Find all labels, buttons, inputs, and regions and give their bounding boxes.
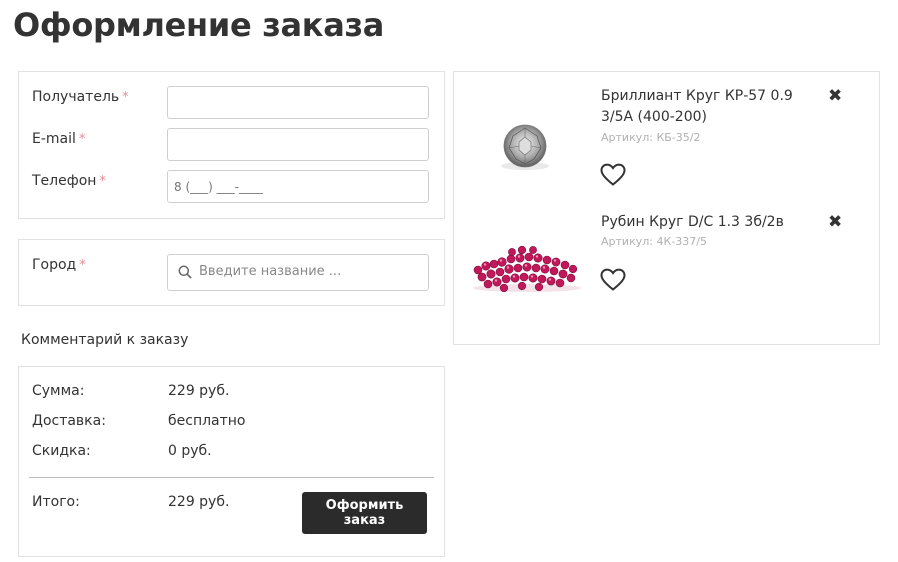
place-order-button[interactable]: Оформить заказ: [302, 492, 427, 534]
total-value: 229 руб.: [168, 494, 230, 510]
product-name-line: 3/5А (400-200): [601, 109, 707, 125]
product-image-rubies[interactable]: [464, 212, 586, 330]
product-article-rubies: Артикул: 4К-337/5: [601, 235, 707, 248]
search-icon: [178, 265, 192, 279]
email-input[interactable]: [167, 128, 429, 161]
product-name-line: Бриллиант Круг КР-57 0.9: [601, 88, 793, 104]
heart-icon[interactable]: [600, 163, 626, 187]
product-name-diamond[interactable]: Бриллиант Круг КР-57 0.9 3/5А (400-200): [601, 86, 793, 128]
required-mark: *: [79, 258, 86, 273]
city-search-input[interactable]: Введите название ...: [167, 254, 429, 291]
close-icon[interactable]: ✖: [828, 88, 842, 105]
diamond-image: [501, 124, 549, 170]
city-label: Город *: [32, 257, 86, 273]
product-image-diamond[interactable]: [464, 86, 586, 196]
heart-icon[interactable]: [600, 268, 626, 292]
required-mark: *: [122, 90, 129, 105]
required-mark: *: [99, 174, 106, 189]
sum-label: Сумма:: [32, 383, 85, 399]
product-article-diamond: Артикул: КБ-35/2: [601, 131, 701, 144]
recipient-input[interactable]: [167, 86, 429, 119]
page-title: Оформление заказа: [13, 6, 385, 44]
email-label: E-mail *: [32, 131, 86, 147]
discount-value: 0 руб.: [168, 443, 212, 459]
phone-input[interactable]: [167, 170, 429, 203]
city-placeholder: Введите название ...: [199, 264, 342, 279]
phone-label: Телефон *: [32, 173, 106, 189]
summary-divider: [29, 477, 434, 478]
rubies-image: [473, 245, 581, 293]
product-name-rubies[interactable]: Рубин Круг D/С 1.3 3б/2в: [601, 212, 784, 233]
required-mark: *: [78, 132, 86, 147]
delivery-label: Доставка:: [32, 413, 106, 429]
product-name-line: Рубин Круг D/С 1.3 3б/2в: [601, 214, 784, 230]
discount-label: Скидка:: [32, 443, 91, 459]
total-label: Итого:: [32, 494, 80, 510]
delivery-value: бесплатно: [168, 413, 246, 429]
sum-value: 229 руб.: [168, 383, 230, 399]
recipient-label: Получатель *: [32, 89, 129, 105]
close-icon[interactable]: ✖: [828, 214, 842, 231]
order-comment-link[interactable]: Комментарий к заказу: [21, 332, 188, 348]
